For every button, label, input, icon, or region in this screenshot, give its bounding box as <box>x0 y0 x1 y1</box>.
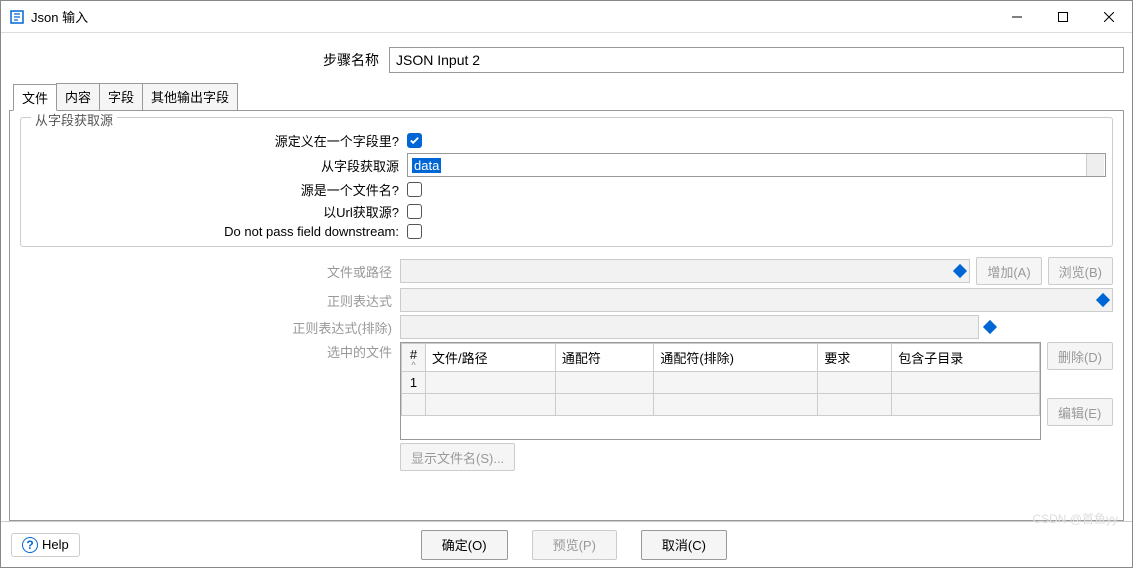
regex-input <box>400 288 1113 312</box>
cancel-button[interactable]: 取消(C) <box>641 530 727 560</box>
step-name-label: 步骤名称 <box>9 50 389 70</box>
regex-exclude-label: 正则表达式(排除) <box>20 318 400 337</box>
selected-files-table[interactable]: #^ 文件/路径 通配符 通配符(排除) 要求 包含子目录 1 <box>400 342 1041 440</box>
window-title: Json 输入 <box>31 7 88 26</box>
tab-fields[interactable]: 字段 <box>99 83 143 110</box>
app-icon <box>9 9 25 25</box>
tab-content[interactable]: 内容 <box>56 83 100 110</box>
get-from-field-value: data <box>412 158 441 173</box>
table-row[interactable]: 1 <box>402 372 1040 394</box>
minimize-button[interactable] <box>994 1 1040 33</box>
preview-button[interactable]: 预览(P) <box>532 530 617 560</box>
no-pass-checkbox[interactable] <box>407 224 422 239</box>
tab-panel-file: 从字段获取源 源定义在一个字段里? 从字段获取源 data 源是一个文件名? 以… <box>9 111 1124 521</box>
dropdown-handle-icon[interactable] <box>1086 154 1104 176</box>
source-in-field-checkbox[interactable] <box>407 133 422 148</box>
col-wildcard[interactable]: 通配符 <box>555 344 653 372</box>
browse-button[interactable]: 浏览(B) <box>1048 257 1113 285</box>
tab-bar: 文件 内容 字段 其他输出字段 <box>9 83 1124 111</box>
close-button[interactable] <box>1086 1 1132 33</box>
source-from-field-group: 从字段获取源 源定义在一个字段里? 从字段获取源 data 源是一个文件名? 以… <box>20 117 1113 247</box>
add-button[interactable]: 增加(A) <box>976 257 1041 285</box>
show-filename-button[interactable]: 显示文件名(S)... <box>400 443 515 471</box>
variable-icon <box>983 320 997 334</box>
fieldset-legend: 从字段获取源 <box>31 111 117 129</box>
watermark: CSDN @首鱼yy <box>1032 510 1118 527</box>
no-pass-label: Do not pass field downstream: <box>27 224 407 239</box>
help-icon: ? <box>22 537 38 553</box>
source-in-field-label: 源定义在一个字段里? <box>27 131 407 150</box>
title-bar: Json 输入 <box>1 1 1132 33</box>
file-or-path-input <box>400 259 970 283</box>
regex-exclude-input <box>400 315 979 339</box>
col-filepath[interactable]: 文件/路径 <box>426 344 556 372</box>
col-required[interactable]: 要求 <box>818 344 892 372</box>
regex-label: 正则表达式 <box>20 291 400 310</box>
variable-icon <box>1096 293 1110 307</box>
is-filename-label: 源是一个文件名? <box>27 180 407 199</box>
col-subdirs[interactable]: 包含子目录 <box>892 344 1040 372</box>
bottom-bar: ? Help 确定(O) 预览(P) 取消(C) <box>1 521 1132 567</box>
tab-other-output[interactable]: 其他输出字段 <box>142 83 238 110</box>
file-or-path-label: 文件或路径 <box>20 262 400 281</box>
col-wildcard-exclude[interactable]: 通配符(排除) <box>654 344 818 372</box>
help-button[interactable]: ? Help <box>11 533 80 557</box>
variable-icon <box>953 264 967 278</box>
step-name-input[interactable] <box>389 47 1124 73</box>
by-url-label: 以Url获取源? <box>27 202 407 221</box>
col-hash: #^ <box>402 344 426 372</box>
selected-files-label: 选中的文件 <box>20 342 400 361</box>
delete-button[interactable]: 删除(D) <box>1047 342 1113 370</box>
edit-button[interactable]: 编辑(E) <box>1047 398 1113 426</box>
get-from-field-label: 从字段获取源 <box>27 156 407 175</box>
is-filename-checkbox[interactable] <box>407 182 422 197</box>
table-row[interactable] <box>402 394 1040 416</box>
get-from-field-input[interactable]: data <box>407 153 1106 177</box>
maximize-button[interactable] <box>1040 1 1086 33</box>
by-url-checkbox[interactable] <box>407 204 422 219</box>
tab-file[interactable]: 文件 <box>13 84 57 111</box>
ok-button[interactable]: 确定(O) <box>421 530 508 560</box>
